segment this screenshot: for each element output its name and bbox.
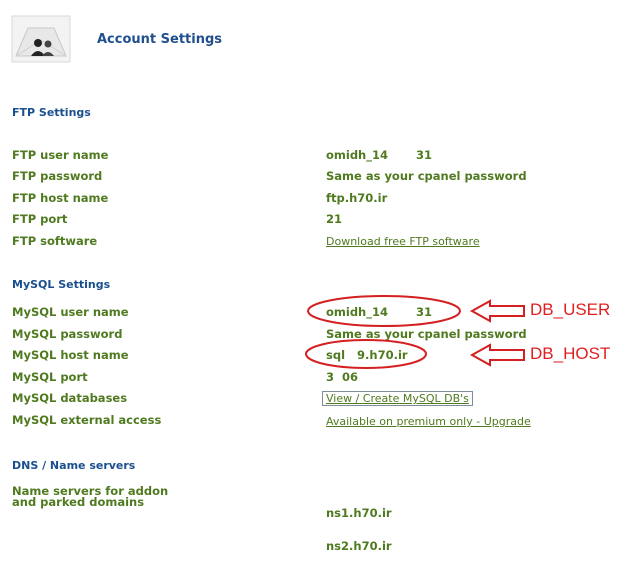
db-user-annotation: DB_USER	[530, 300, 611, 319]
db-user-arrow-icon	[469, 299, 525, 323]
db-host-arrow-icon	[469, 343, 525, 367]
ns2-value: ns2.h70.ir	[326, 539, 392, 553]
annotation-overlay	[305, 295, 525, 369]
db-host-highlight-ellipse	[305, 339, 427, 369]
db-host-annotation: DB_HOST	[530, 344, 611, 363]
db-user-highlight-ellipse	[307, 295, 461, 327]
